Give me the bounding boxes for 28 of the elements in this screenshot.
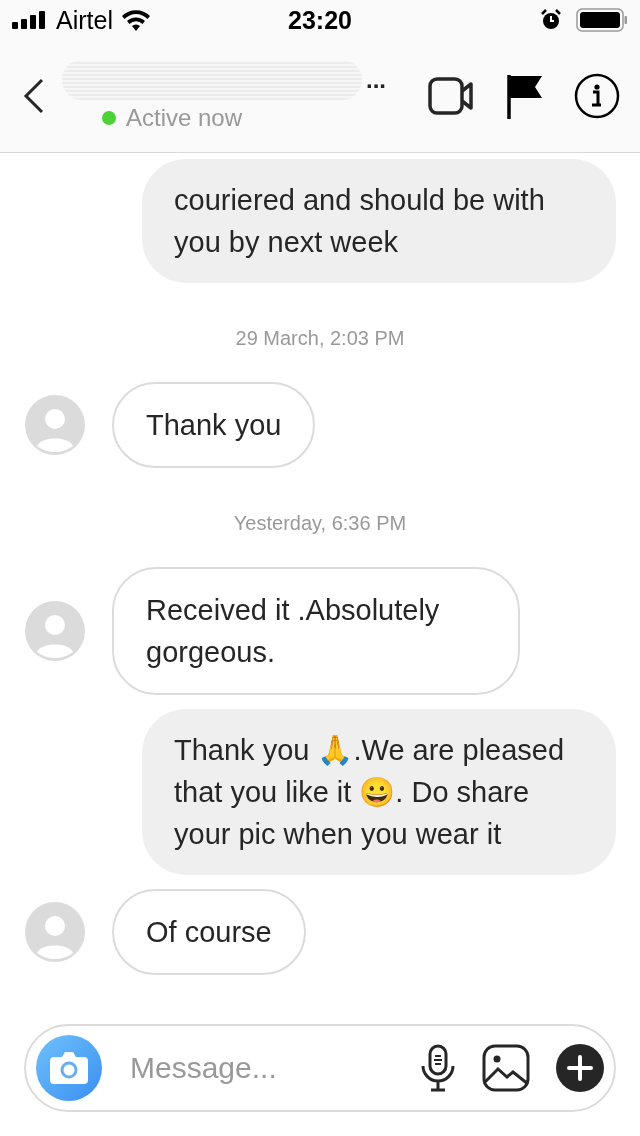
message-input[interactable]: Message... <box>128 1050 394 1086</box>
timestamp: 29 March, 2:03 PM <box>234 327 406 350</box>
back-button[interactable] <box>22 76 46 116</box>
message-bubble: couriered and should be with you by next week <box>142 159 616 283</box>
gallery-icon[interactable] <box>482 1044 530 1092</box>
name-ellipsis: ... <box>366 66 386 94</box>
timestamp: Yesterday, 6:36 PM <box>232 512 408 535</box>
camera-button[interactable] <box>36 1035 102 1101</box>
message-bubble: Received it .Absolutely gorgeous. <box>112 567 520 695</box>
add-button[interactable] <box>556 1044 604 1092</box>
avatar <box>24 394 86 456</box>
info-icon[interactable] <box>574 73 620 119</box>
flag-icon[interactable] <box>506 73 544 119</box>
avatar <box>24 901 86 963</box>
clock-time: 23:20 <box>288 5 352 35</box>
carrier-name: Airtel <box>56 5 113 35</box>
message-bubble: Thank you <box>112 382 316 468</box>
video-call-icon[interactable] <box>428 76 476 116</box>
battery-icon <box>576 8 628 32</box>
avatar <box>24 600 86 662</box>
microphone-icon[interactable] <box>420 1044 456 1092</box>
presence-status: Active now <box>126 104 243 132</box>
camera-icon <box>49 1051 89 1085</box>
message-bubble: Of course <box>112 889 306 975</box>
alarm-icon <box>540 9 562 31</box>
message-bubble: Thank you 🙏.We are pleased that you like it 😀. Do share your pic when you wear it <box>142 709 616 875</box>
signal-icon <box>12 11 48 29</box>
wifi-icon <box>120 9 151 31</box>
